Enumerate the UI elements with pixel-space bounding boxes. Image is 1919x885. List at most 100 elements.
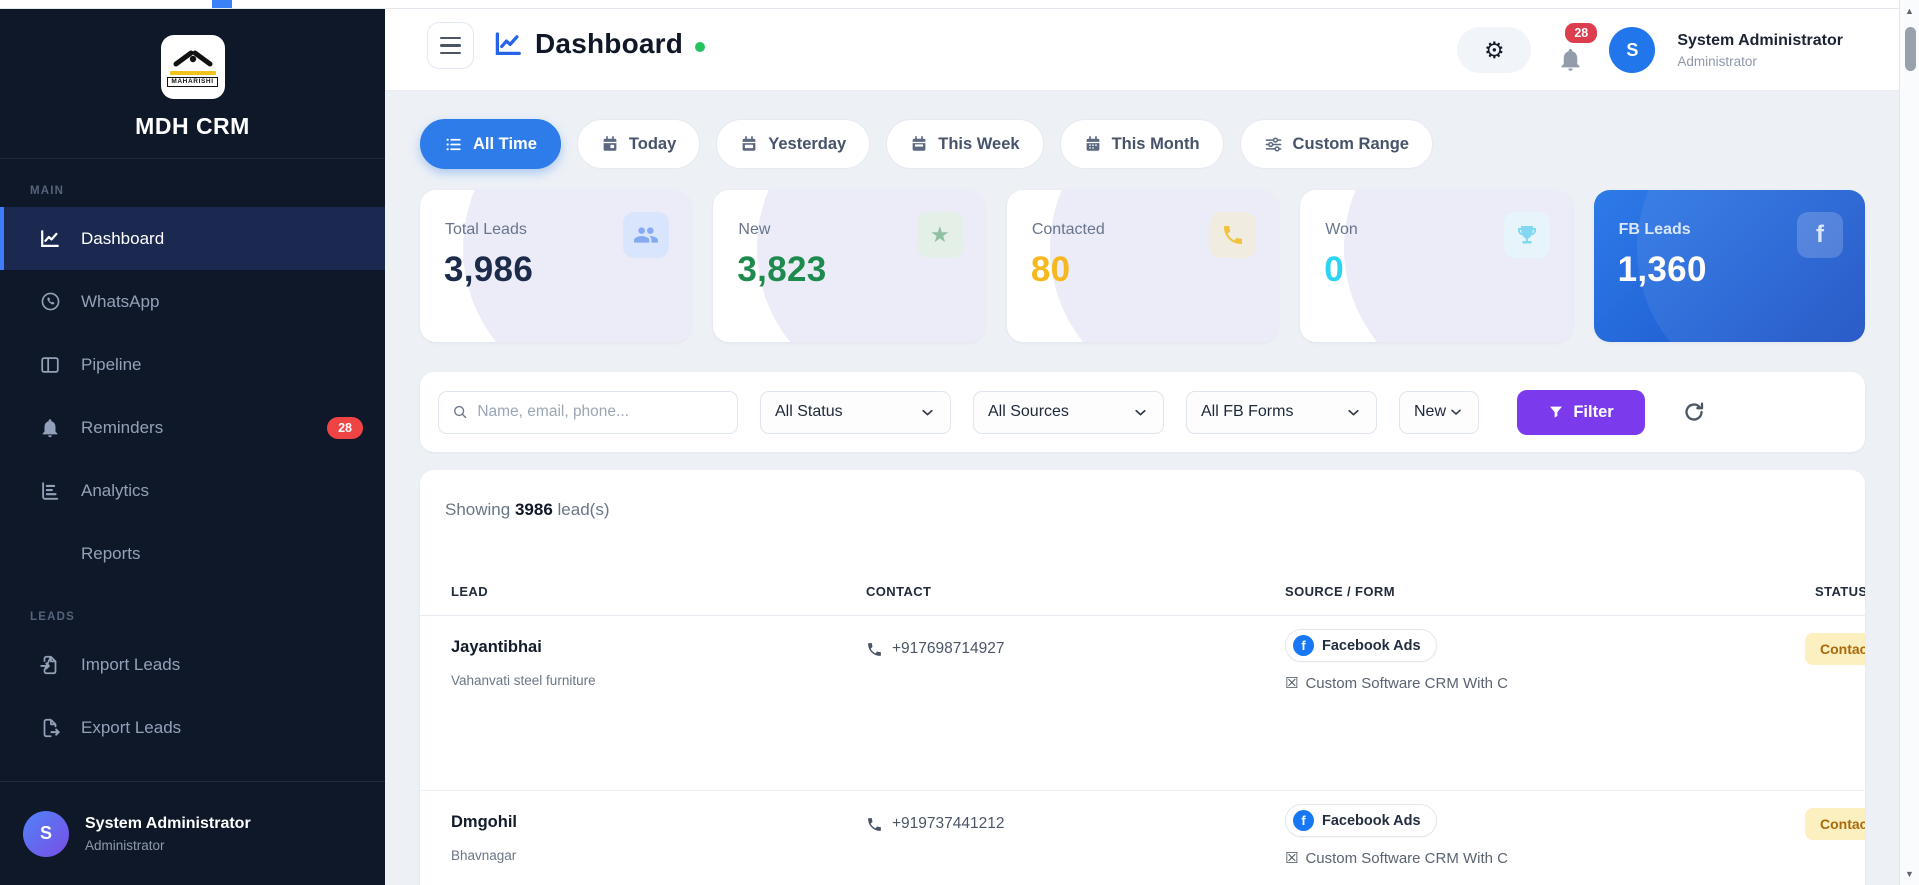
- form-name: Custom Software CRM With C: [1305, 849, 1508, 867]
- quick-status-select[interactable]: New: [1399, 390, 1479, 434]
- stat-card-total-leads[interactable]: Total Leads 3,986: [420, 190, 692, 342]
- sidebar-user-card[interactable]: S System Administrator Administrator: [0, 781, 385, 885]
- select-value: All Sources: [988, 403, 1069, 420]
- sidebar-item-label: Pipeline: [81, 354, 142, 374]
- stat-card-fb-leads[interactable]: FB Leads 1,360 f: [1593, 190, 1866, 342]
- sidebar-item-analytics[interactable]: Analytics: [0, 459, 385, 522]
- phone-icon: [868, 817, 881, 831]
- tab-label: Yesterday: [768, 134, 847, 153]
- chevron-down-icon: [922, 409, 933, 415]
- star-icon: ★: [916, 212, 963, 258]
- page-title: Dashboard: [535, 28, 684, 59]
- stat-card-won[interactable]: Won 0: [1300, 190, 1572, 342]
- fb-form-select[interactable]: All FB Forms: [1186, 390, 1377, 434]
- tab-all-time[interactable]: All Time: [420, 119, 561, 169]
- status-badge[interactable]: Contacted: [1805, 633, 1865, 665]
- lead-phone[interactable]: +919737441212: [866, 815, 1005, 833]
- column-header-lead: LEAD: [451, 584, 488, 599]
- sidebar-item-label: Analytics: [81, 480, 150, 500]
- top-header: Dashboard ⚙ 28 S System Administrator Ad…: [385, 9, 1899, 91]
- user-role: Administrator: [1677, 53, 1757, 69]
- select-value: All Status: [775, 403, 843, 420]
- refresh-button[interactable]: [1679, 397, 1709, 427]
- lead-phone[interactable]: +917698714927: [866, 640, 1005, 658]
- lead-detail: Vahanvati steel furniture: [451, 673, 596, 688]
- source-pill[interactable]: f Facebook Ads: [1285, 804, 1437, 837]
- sidebar-item-import-leads[interactable]: Import Leads: [0, 633, 385, 696]
- tab-today[interactable]: Today: [576, 119, 701, 169]
- select-value: New: [1414, 403, 1447, 420]
- calendar-icon: [601, 135, 619, 153]
- leads-table-card: Showing 3986 lead(s) LEAD CONTACT SOURCE…: [420, 470, 1865, 885]
- scrollbar-thumb[interactable]: [1904, 27, 1916, 71]
- sidebar-item-label: Import Leads: [81, 654, 181, 674]
- tab-yesterday[interactable]: Yesterday: [716, 119, 871, 169]
- calendar-grid-icon: [1084, 135, 1102, 153]
- top-edge-strip: [0, 0, 1919, 9]
- notifications-button[interactable]: 28: [1553, 21, 1600, 73]
- tab-label: All Time: [473, 134, 537, 153]
- scroll-up-arrow-icon[interactable]: ▲: [1900, 6, 1919, 16]
- table-row[interactable]: Jayantibhai Vahanvati steel furniture +9…: [420, 616, 1865, 791]
- file-import-icon: [38, 653, 62, 677]
- facebook-icon: f: [1293, 635, 1314, 656]
- tab-this-month[interactable]: This Month: [1059, 119, 1224, 169]
- tab-label: Custom Range: [1292, 134, 1409, 153]
- chevron-down-icon: [1135, 409, 1146, 415]
- sidebar-item-label: Export Leads: [81, 717, 182, 737]
- header-user-block[interactable]: System Administrator Administrator: [1677, 32, 1843, 69]
- table-header-row: LEAD CONTACT SOURCE / FORM STATUS: [420, 580, 1865, 616]
- sidebar-item-reminders[interactable]: Reminders 28: [0, 396, 385, 459]
- settings-button[interactable]: ⚙: [1457, 27, 1532, 73]
- app-title: MDH CRM: [135, 113, 250, 139]
- stat-value: 0: [1324, 250, 1344, 289]
- phone-icon: [1210, 212, 1257, 258]
- lead-detail: Bhavnagar: [451, 848, 517, 863]
- sidebar-item-dashboard[interactable]: Dashboard: [0, 207, 385, 270]
- search-input[interactable]: [477, 403, 724, 421]
- table-row[interactable]: Dmgohil Bhavnagar +919737441212 f Facebo…: [420, 791, 1865, 885]
- analytics-icon: [38, 479, 62, 503]
- sidebar-item-whatsapp[interactable]: WhatsApp: [0, 270, 385, 333]
- stat-value: 3,986: [444, 250, 534, 289]
- phone-number: +917698714927: [892, 640, 1005, 657]
- tab-label: Today: [628, 134, 677, 153]
- gear-icon: ⚙: [1484, 36, 1505, 63]
- source-label: Facebook Ads: [1322, 812, 1421, 829]
- sidebar-toggle-button[interactable]: [427, 22, 474, 69]
- select-value: All FB Forms: [1201, 403, 1294, 420]
- form-glyph-icon: ☒: [1285, 675, 1299, 692]
- sidebar-item-label: Reminders: [81, 417, 164, 437]
- status-badge[interactable]: Contacted: [1805, 808, 1865, 840]
- sliders-icon: [1264, 135, 1283, 154]
- tab-custom-range[interactable]: Custom Range: [1239, 119, 1433, 169]
- avatar: S: [23, 810, 69, 857]
- logo-band: [169, 71, 216, 75]
- source-label: Facebook Ads: [1322, 637, 1421, 654]
- stat-card-contacted[interactable]: Contacted 80: [1006, 190, 1279, 342]
- source-pill[interactable]: f Facebook Ads: [1285, 629, 1437, 662]
- sidebar-item-export-leads[interactable]: Export Leads: [0, 696, 385, 759]
- user-name: System Administrator: [1677, 31, 1843, 49]
- filter-button[interactable]: Filter: [1517, 389, 1645, 435]
- stat-value: 80: [1030, 250, 1071, 289]
- logo-caption: MAHARISHI: [167, 77, 218, 87]
- tab-this-week[interactable]: This Week: [886, 119, 1044, 169]
- sidebar: MAHARISHI MDH CRM MAIN Dashboard WhatsAp…: [0, 9, 385, 885]
- avatar[interactable]: S: [1609, 27, 1656, 73]
- scroll-down-arrow-icon[interactable]: ▼: [1900, 869, 1919, 879]
- lead-form: ☒ Custom Software CRM With C: [1285, 674, 1508, 693]
- header-actions: ⚙ 28 S System Administrator Administrato…: [1457, 9, 1843, 91]
- chart-line-icon: [38, 227, 62, 251]
- sidebar-item-label: WhatsApp: [81, 291, 160, 311]
- column-header-source: SOURCE / FORM: [1285, 584, 1395, 599]
- phone-number: +919737441212: [892, 815, 1005, 832]
- sidebar-item-reports[interactable]: Reports: [0, 522, 385, 585]
- status-select[interactable]: All Status: [760, 390, 951, 434]
- reminders-count-badge: 28: [327, 416, 363, 439]
- sidebar-item-pipeline[interactable]: Pipeline: [0, 333, 385, 396]
- search-box: [438, 390, 738, 434]
- vertical-scrollbar[interactable]: ▲ ▼: [1899, 0, 1919, 885]
- source-select[interactable]: All Sources: [973, 390, 1164, 434]
- stat-card-new[interactable]: New 3,823 ★: [713, 190, 985, 342]
